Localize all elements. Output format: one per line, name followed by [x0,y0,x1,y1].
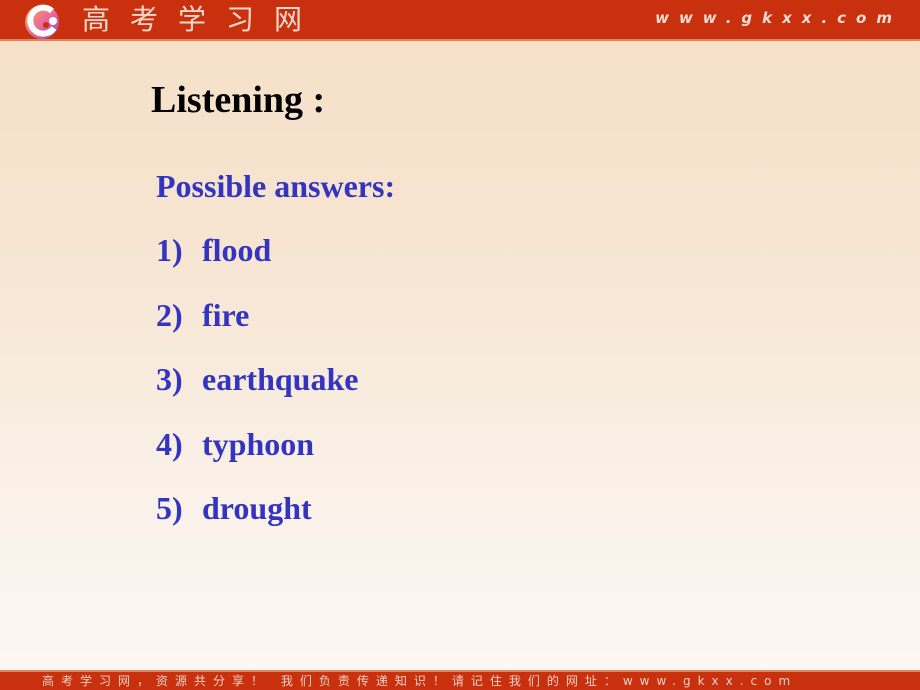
answer-number: 3) [156,361,183,397]
gkxx-logo-icon [25,4,59,39]
footer-banner: 高考学习网，资源共分享！ 我们负责传递知识！请记住我们的网址：www.gkxx.… [0,670,920,690]
answer-number: 2) [156,296,183,333]
answer-item: 5) drought [156,490,358,555]
answer-text: drought [202,490,312,526]
footer-text: 高考学习网，资源共分享！ 我们负责传递知识！请记住我们的网址：www.gkxx.… [42,674,798,688]
answer-number: 4) [156,425,183,462]
answer-number: 1) [156,232,183,268]
answer-text: fire [202,296,250,333]
slide-subtitle: Possible answers: [156,168,396,204]
answer-item: 1) flood [156,232,358,297]
answer-item: 4) typhoon [156,426,358,491]
answer-text: typhoon [202,425,315,462]
answer-text: earthquake [202,361,359,397]
header-banner: 高考学习网 www.gkxx.com [0,0,920,41]
answer-item: 3) earthquake [156,361,358,426]
answer-text: flood [202,232,272,268]
answer-list: 1) flood 2) fire 3) earthquake 4) typhoon 5)… [156,232,358,555]
slide-title: Listening : [151,79,326,121]
answer-item: 2) fire [156,297,358,362]
brand-name: 高考学习网 [82,3,323,36]
site-url[interactable]: www.gkxx.com [655,9,902,27]
answer-number: 5) [156,490,183,526]
